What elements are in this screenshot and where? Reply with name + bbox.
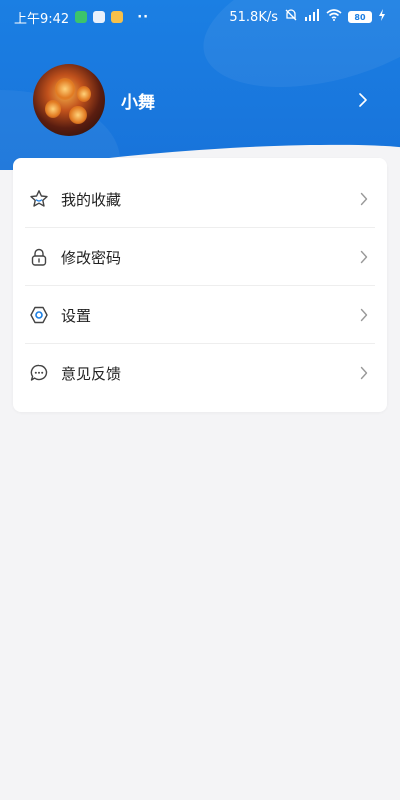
menu-item-label: 我的收藏: [61, 190, 122, 209]
status-bar-left: 上午9:42 ··: [14, 8, 149, 27]
app-notification-icon: [111, 11, 124, 23]
username: 小舞: [121, 92, 155, 113]
chevron-right-icon: [357, 192, 371, 206]
menu-card: 我的收藏 修改密码 设置 意见反馈: [13, 158, 387, 412]
app-notification-icon: [93, 11, 106, 23]
profile-screen: 上午9:42 ·· 51.8K/s 80 小舞 我的收藏 修改密码 设置 意见反…: [0, 0, 400, 800]
network-speed: 51.8K/s: [229, 9, 278, 25]
menu-item-settings[interactable]: 设置: [13, 286, 387, 344]
wifi-icon: [326, 9, 342, 25]
chevron-right-icon[interactable]: [353, 90, 373, 110]
more-notifications-dots: ··: [137, 9, 150, 25]
status-bar: 上午9:42 ·· 51.8K/s 80: [0, 0, 400, 34]
menu-item-feedback[interactable]: 意见反馈: [13, 344, 387, 402]
battery-icon: 80: [348, 11, 372, 23]
settings-hexagon-icon: [29, 305, 49, 325]
menu-item-label: 修改密码: [61, 248, 122, 267]
status-bar-right: 51.8K/s 80: [229, 8, 386, 26]
lock-icon: [29, 247, 49, 267]
menu-item-change-password[interactable]: 修改密码: [13, 228, 387, 286]
menu-item-label: 意见反馈: [61, 364, 122, 383]
app-notification-icon: [75, 11, 88, 23]
chevron-right-icon: [357, 366, 371, 380]
profile-row[interactable]: 小舞: [33, 63, 373, 137]
star-icon: [29, 189, 49, 209]
chevron-right-icon: [357, 308, 371, 322]
menu-item-label: 设置: [61, 306, 92, 325]
chevron-right-icon: [357, 250, 371, 264]
menu-item-favorites[interactable]: 我的收藏: [13, 170, 387, 228]
cell-signal-icon: [304, 9, 320, 25]
charging-icon: [378, 9, 386, 25]
mute-icon: [284, 8, 298, 26]
status-time: 上午9:42: [14, 11, 70, 27]
avatar[interactable]: [33, 64, 105, 136]
feedback-chat-icon: [29, 363, 49, 383]
